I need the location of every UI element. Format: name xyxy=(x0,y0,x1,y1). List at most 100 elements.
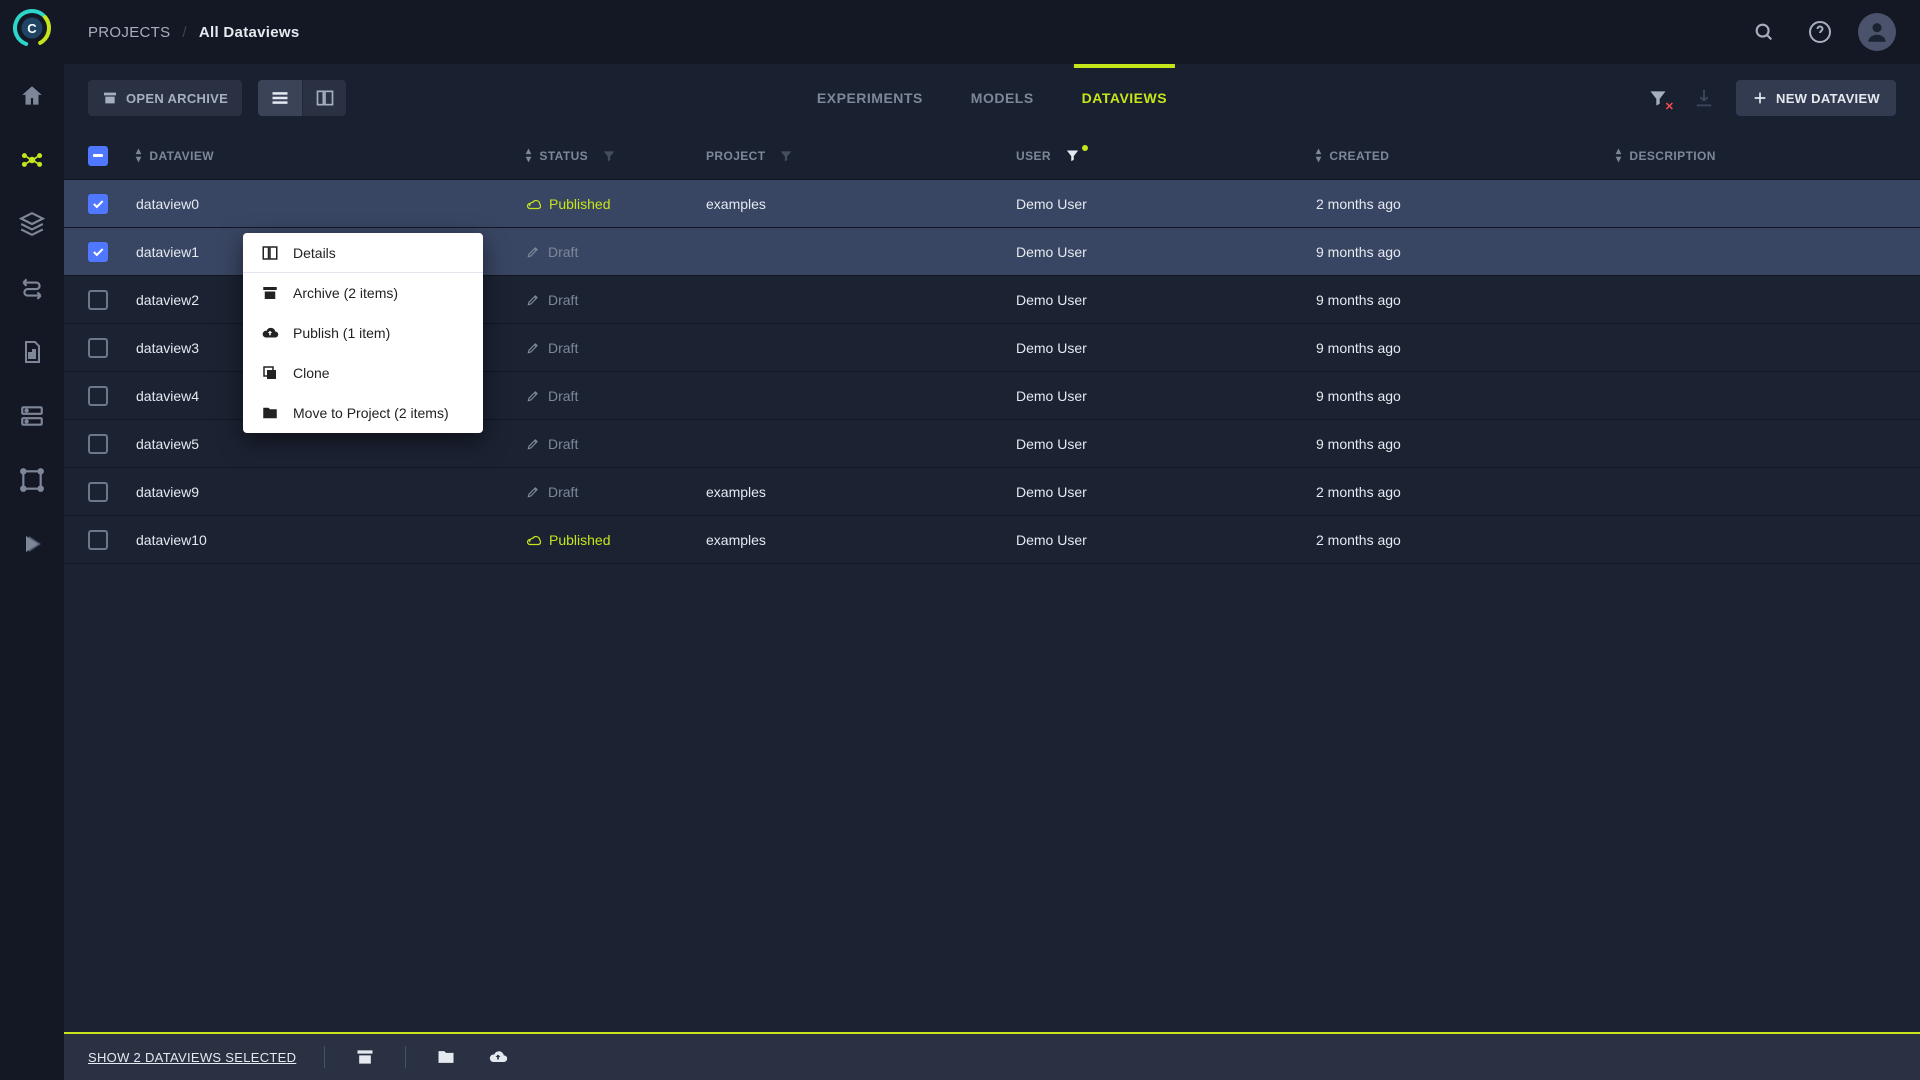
status-published: Published xyxy=(526,532,611,548)
footer-move-button[interactable] xyxy=(434,1045,458,1069)
status-draft: Draft xyxy=(526,388,578,404)
plus-icon xyxy=(1752,90,1768,106)
sort-icon: ▴▾ xyxy=(1616,148,1621,164)
download-button xyxy=(1690,84,1718,112)
cell-name: dataview5 xyxy=(136,436,526,452)
nav-workers[interactable] xyxy=(12,396,52,436)
table-row[interactable]: dataview9 Draft examples Demo User 2 mon… xyxy=(64,468,1920,516)
cloud-up-icon xyxy=(488,1047,508,1067)
filter-active-dot xyxy=(1082,145,1088,151)
row-checkbox[interactable] xyxy=(88,434,108,454)
col-header-user[interactable]: USER xyxy=(1016,148,1316,163)
svg-text:C: C xyxy=(27,21,37,36)
cell-project: examples xyxy=(706,196,1016,212)
separator xyxy=(324,1046,325,1068)
archive-icon xyxy=(102,90,118,106)
breadcrumb-root[interactable]: PROJECTS xyxy=(88,24,170,41)
cell-status: Draft xyxy=(526,292,706,308)
nav-projects[interactable] xyxy=(12,204,52,244)
ctx-archive[interactable]: Archive (2 items) xyxy=(243,273,483,313)
tab-models[interactable]: MODELS xyxy=(971,64,1034,132)
cell-user: Demo User xyxy=(1016,532,1316,548)
status-draft: Draft xyxy=(526,484,578,500)
cell-status: Draft xyxy=(526,436,706,452)
table-row[interactable]: dataview0 Published examples Demo User 2… xyxy=(64,180,1920,228)
footer-archive-button[interactable] xyxy=(353,1045,377,1069)
status-published: Published xyxy=(526,196,611,212)
nav-deploy[interactable] xyxy=(12,524,52,564)
breadcrumb-sep: / xyxy=(182,24,186,41)
search-button[interactable] xyxy=(1746,14,1782,50)
table-wrap: ▴▾ DATAVIEW ▴▾ STATUS PROJECT USER ▴▾ CR… xyxy=(64,132,1920,1032)
help-button[interactable] xyxy=(1802,14,1838,50)
cell-name: dataview9 xyxy=(136,484,526,500)
main-tabs: EXPERIMENTS MODELS DATAVIEWS xyxy=(817,64,1167,132)
nav-reports[interactable] xyxy=(12,332,52,372)
col-header-name[interactable]: ▴▾ DATAVIEW xyxy=(136,148,526,164)
cell-status: Published xyxy=(526,196,706,212)
ctx-details[interactable]: Details xyxy=(243,233,483,273)
clear-filters-button[interactable]: ✕ xyxy=(1644,84,1672,112)
row-checkbox[interactable] xyxy=(88,338,108,358)
app-logo[interactable]: C xyxy=(12,8,52,48)
cell-created: 2 months ago xyxy=(1316,532,1616,548)
ctx-move[interactable]: Move to Project (2 items) xyxy=(243,393,483,433)
cell-user: Demo User xyxy=(1016,340,1316,356)
breadcrumb-current: All Dataviews xyxy=(199,24,300,41)
table-row[interactable]: dataview10 Published examples Demo User … xyxy=(64,516,1920,564)
view-list-button[interactable] xyxy=(258,80,302,116)
row-checkbox[interactable] xyxy=(88,194,108,214)
clone-icon xyxy=(261,364,279,382)
cell-created: 9 months ago xyxy=(1316,244,1616,260)
row-checkbox[interactable] xyxy=(88,290,108,310)
col-header-created[interactable]: ▴▾ CREATED xyxy=(1316,148,1616,164)
tab-dataviews[interactable]: DATAVIEWS xyxy=(1082,64,1167,132)
cell-user: Demo User xyxy=(1016,196,1316,212)
clear-x-icon: ✕ xyxy=(1665,100,1674,113)
status-draft: Draft xyxy=(526,340,578,356)
footer-publish-button[interactable] xyxy=(486,1045,510,1069)
filter-icon xyxy=(1065,148,1080,163)
row-checkbox[interactable] xyxy=(88,242,108,262)
sort-icon: ▴▾ xyxy=(136,148,141,164)
toolbar: OPEN ARCHIVE EXPERIMENTS MODELS DATAVIEW… xyxy=(64,64,1920,132)
col-header-description[interactable]: ▴▾ DESCRIPTION xyxy=(1616,148,1896,164)
nav-home[interactable] xyxy=(12,76,52,116)
view-detail-button[interactable] xyxy=(302,80,346,116)
show-selected-link[interactable]: SHOW 2 DATAVIEWS SELECTED xyxy=(88,1050,296,1065)
status-draft: Draft xyxy=(526,292,578,308)
cell-created: 2 months ago xyxy=(1316,484,1616,500)
content-area: OPEN ARCHIVE EXPERIMENTS MODELS DATAVIEW… xyxy=(64,64,1920,1080)
cell-user: Demo User xyxy=(1016,484,1316,500)
breadcrumb: PROJECTS / All Dataviews xyxy=(88,24,300,41)
cell-user: Demo User xyxy=(1016,244,1316,260)
cell-project: examples xyxy=(706,484,1016,500)
ctx-clone[interactable]: Clone xyxy=(243,353,483,393)
ctx-publish[interactable]: Publish (1 item) xyxy=(243,313,483,353)
status-draft: Draft xyxy=(526,436,578,452)
tab-experiments[interactable]: EXPERIMENTS xyxy=(817,64,923,132)
row-checkbox[interactable] xyxy=(88,530,108,550)
new-dataview-button[interactable]: NEW DATAVIEW xyxy=(1736,80,1896,116)
cell-created: 9 months ago xyxy=(1316,292,1616,308)
nav-pipelines[interactable] xyxy=(12,268,52,308)
cell-created: 9 months ago xyxy=(1316,388,1616,404)
cell-user: Demo User xyxy=(1016,388,1316,404)
nav-annotations[interactable] xyxy=(12,460,52,500)
nav-datasets[interactable] xyxy=(12,140,52,180)
table-header: ▴▾ DATAVIEW ▴▾ STATUS PROJECT USER ▴▾ CR… xyxy=(64,132,1920,180)
archive-icon xyxy=(261,284,279,302)
separator xyxy=(405,1046,406,1068)
new-dataview-label: NEW DATAVIEW xyxy=(1776,91,1880,106)
row-checkbox[interactable] xyxy=(88,386,108,406)
details-icon xyxy=(261,244,279,262)
cell-name: dataview10 xyxy=(136,532,526,548)
move-icon xyxy=(261,404,279,422)
user-avatar[interactable] xyxy=(1858,13,1896,51)
col-header-status[interactable]: ▴▾ STATUS xyxy=(526,148,706,164)
open-archive-button[interactable]: OPEN ARCHIVE xyxy=(88,80,242,116)
select-all-checkbox[interactable] xyxy=(88,146,108,166)
archive-icon xyxy=(355,1047,375,1067)
row-checkbox[interactable] xyxy=(88,482,108,502)
col-header-project[interactable]: PROJECT xyxy=(706,149,1016,163)
